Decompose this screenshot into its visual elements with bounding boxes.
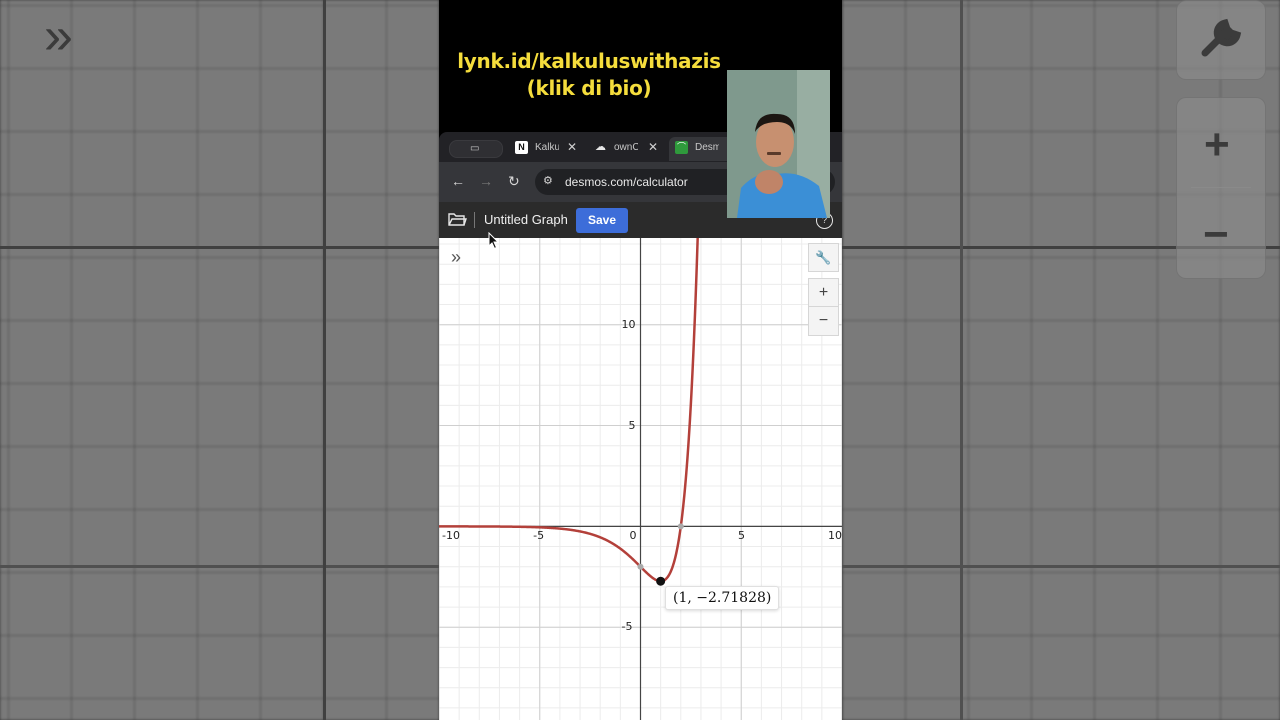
desmos-icon: ⌒ xyxy=(675,141,688,154)
background-y-axis xyxy=(323,0,326,720)
back-arrow-icon[interactable]: ← xyxy=(451,173,465,189)
mouse-cursor-icon xyxy=(488,232,500,250)
y-tick-label: 10 xyxy=(621,317,636,331)
zoom-in-button[interactable]: + xyxy=(808,278,839,307)
x-tick-label: 5 xyxy=(737,529,745,543)
y-intercept-point xyxy=(637,563,644,570)
background-wrench-icon xyxy=(1201,18,1242,57)
graph-title[interactable]: Untitled Graph xyxy=(484,212,568,227)
background-gridline-vertical xyxy=(960,0,963,720)
graph-canvas[interactable]: » 🔧 + − -10 -5 0 5 10 10 5 -5 (1, −2.71828) xyxy=(439,238,842,720)
header-divider xyxy=(474,212,475,228)
expand-expressions-icon[interactable]: » xyxy=(451,247,461,268)
webcam-overlay xyxy=(727,70,830,218)
x-tick-label: -5 xyxy=(533,529,545,543)
url-text: desmos.com/calculator xyxy=(565,175,688,189)
tab-kalkulus[interactable]: N Kalku ✕ xyxy=(515,137,585,161)
presenter-image xyxy=(727,70,830,218)
site-settings-icon[interactable]: ⚙ xyxy=(543,174,553,187)
background-expand-icon: » xyxy=(44,7,73,65)
x-intercept-point xyxy=(677,523,684,530)
background-x-axis-left xyxy=(0,246,439,249)
x-tick-label: -10 xyxy=(442,529,460,543)
promo-text: lynk.id/kalkuluswithazis (klik di bio) xyxy=(439,48,739,102)
video-frame: lynk.id/kalkuluswithazis (klik di bio) ▭… xyxy=(439,0,842,720)
graph-svg xyxy=(439,238,842,720)
background-gridline-right xyxy=(842,565,1280,568)
tab-search-button[interactable]: ▭ xyxy=(449,140,503,158)
close-tab-icon[interactable]: ✕ xyxy=(648,140,658,154)
x-tick-label: 0 xyxy=(629,529,637,543)
tab-label: ownC xyxy=(614,142,638,153)
minimum-point xyxy=(656,576,666,586)
tab-list-icon: ▭ xyxy=(470,143,480,154)
tab-label: Kalku xyxy=(535,142,559,153)
background-minus-icon: − xyxy=(1203,210,1229,259)
x-tick-label: 10 xyxy=(828,529,842,543)
cloud-icon: ☁ xyxy=(595,141,606,153)
wrench-icon: 🔧 xyxy=(815,250,832,265)
graph-settings-button[interactable]: 🔧 xyxy=(808,243,839,272)
close-tab-icon[interactable]: ✕ xyxy=(567,140,577,154)
background-plus-icon: + xyxy=(1204,120,1230,169)
zoom-out-button[interactable]: − xyxy=(808,306,839,336)
function-curve xyxy=(439,238,699,583)
y-tick-label: 5 xyxy=(628,418,636,432)
tab-label: Desm xyxy=(695,142,719,153)
notion-icon: N xyxy=(515,141,528,154)
tab-owncloud[interactable]: ☁ ownC ✕ xyxy=(594,137,666,161)
background-wrench-tile xyxy=(1176,0,1266,80)
point-coordinate-label: (1, −2.71828) xyxy=(665,586,780,610)
promo-link[interactable]: lynk.id/kalkuluswithazis xyxy=(439,48,739,75)
save-button[interactable]: Save xyxy=(576,208,628,233)
reload-icon[interactable]: ↻ xyxy=(508,173,520,190)
background-graph-left xyxy=(0,0,439,720)
background-zoom-tile: + − xyxy=(1176,97,1266,279)
forward-arrow-icon[interactable]: → xyxy=(479,173,493,189)
folder-icon[interactable] xyxy=(447,210,467,233)
y-tick-label: -5 xyxy=(621,620,633,634)
background-gridline-left xyxy=(0,565,439,568)
promo-subtitle: (klik di bio) xyxy=(526,76,652,100)
